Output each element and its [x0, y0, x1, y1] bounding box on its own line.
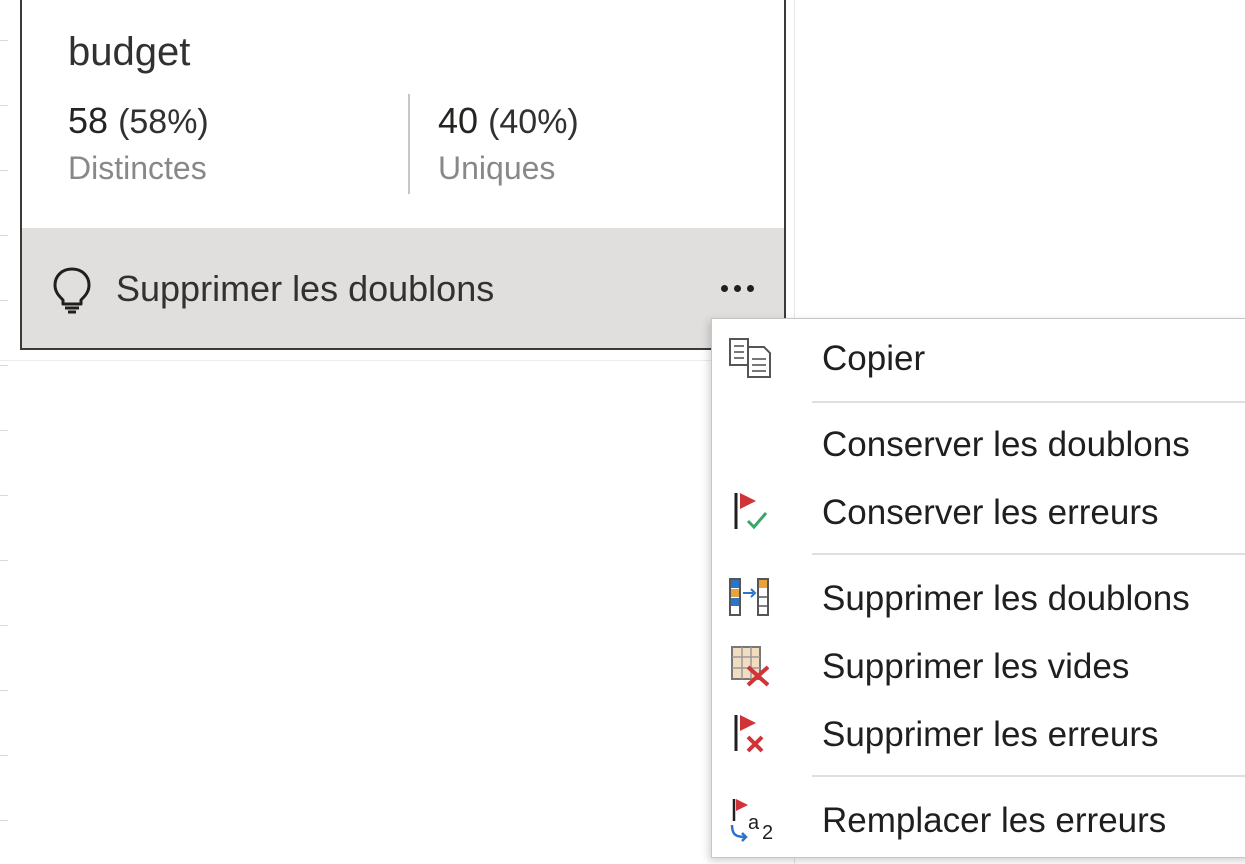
svg-text:2: 2 [762, 822, 773, 843]
remove-errors-icon [734, 715, 764, 753]
unique-label: Uniques [438, 150, 556, 186]
menu-item-remove-empty[interactable]: Supprimer les vides [712, 633, 1245, 697]
lightbulb-icon [53, 267, 91, 314]
menu-separator [812, 775, 1245, 777]
remove-empty-icon [731, 646, 770, 687]
menu-item-label: Conserver les erreurs [822, 493, 1159, 532]
remove-duplicates-icon [729, 578, 769, 616]
menu-item-remove-duplicates[interactable]: Supprimer les doublons [712, 565, 1245, 629]
suggestion-label[interactable]: Supprimer les doublons [116, 268, 494, 310]
distinct-percent: (58%) [118, 103, 209, 141]
column-name: budget [68, 30, 191, 74]
unique-percent: (40%) [488, 103, 579, 141]
distinct-label: Distinctes [68, 150, 207, 186]
unique-stat: 40 (40%) Uniques [438, 100, 579, 187]
keep-errors-icon [734, 493, 768, 530]
menu-item-label: Supprimer les vides [822, 647, 1130, 686]
grid-line [0, 360, 794, 361]
more-options-button[interactable] [710, 268, 764, 308]
row-ticks [0, 0, 8, 864]
menu-item-remove-errors[interactable]: Supprimer les erreurs [712, 701, 1245, 765]
menu-item-label: Conserver les doublons [822, 425, 1190, 464]
more-options-icon [720, 284, 728, 292]
column-profile-card: budget 58 (58%) Distinctes 40 (40%) Uniq… [20, 0, 786, 350]
replace-errors-icon: a 2 [730, 799, 773, 843]
menu-item-copy[interactable]: Copier [712, 325, 1245, 389]
suggestion-bar[interactable]: Supprimer les doublons [22, 228, 784, 348]
unique-value: 40 (40%) [438, 100, 579, 142]
unique-count: 40 [438, 100, 479, 141]
svg-text:a: a [748, 812, 760, 834]
stat-divider [408, 94, 410, 194]
menu-item-label: Remplacer les erreurs [822, 801, 1167, 840]
menu-separator [812, 553, 1245, 555]
distinct-count: 58 [68, 100, 109, 141]
menu-item-label: Supprimer les doublons [822, 579, 1190, 618]
menu-item-keep-duplicates[interactable]: Conserver les doublons [712, 411, 1245, 475]
menu-separator [812, 401, 1245, 403]
distinct-value: 58 (58%) [68, 100, 209, 142]
menu-item-label: Copier [822, 339, 926, 378]
menu-item-replace-errors[interactable]: a 2 Remplacer les erreurs [712, 787, 1245, 851]
copy-icon [729, 338, 771, 378]
menu-item-keep-errors[interactable]: Conserver les erreurs [712, 479, 1245, 543]
context-menu: Copier Conserver les doublons Conserver … [711, 318, 1245, 858]
distinct-stat: 58 (58%) Distinctes [68, 100, 209, 187]
menu-item-label: Supprimer les erreurs [822, 715, 1159, 754]
